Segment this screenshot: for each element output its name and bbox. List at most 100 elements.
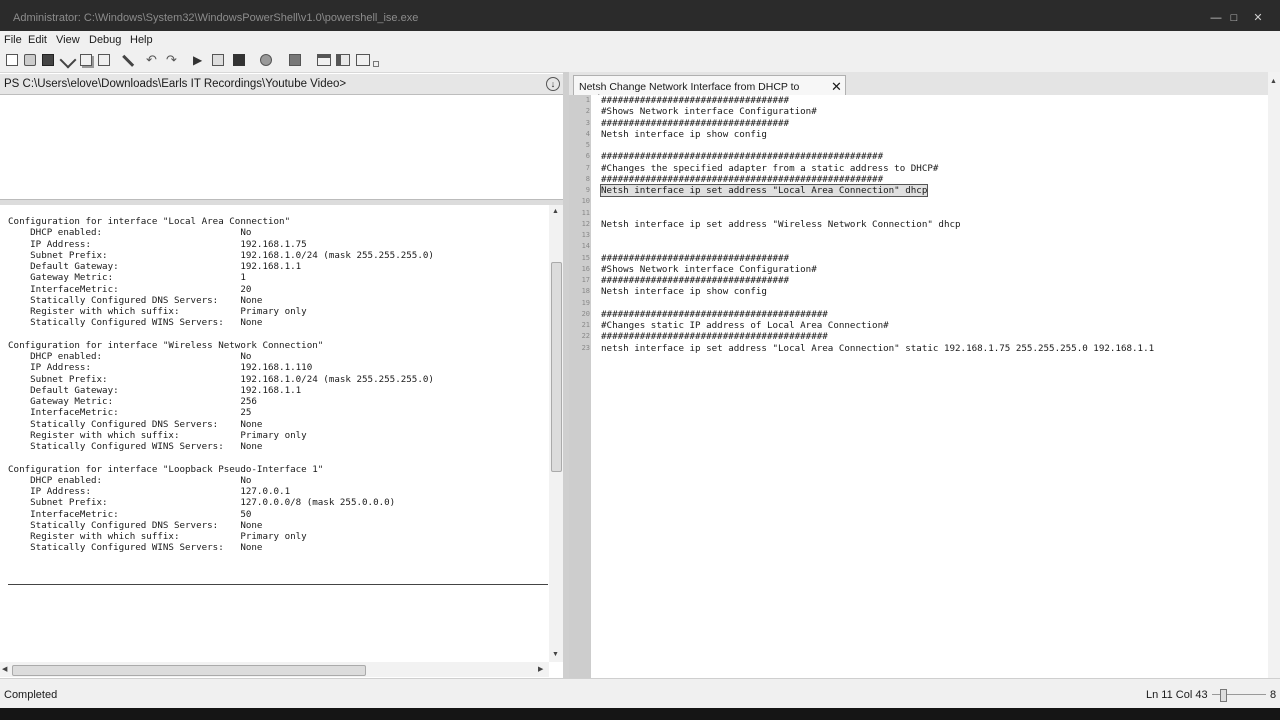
- output-line: Register with which suffix: Primary only: [8, 531, 307, 542]
- output-line: Gateway Metric: 256: [8, 396, 257, 407]
- toolbar-overflow-icon[interactable]: [373, 61, 379, 67]
- script-tab[interactable]: Netsh Change Network Interface from DHCP…: [573, 75, 846, 105]
- line-number: 7: [585, 163, 590, 172]
- line-number: 1: [585, 96, 590, 104]
- code-line[interactable]: ##################################: [601, 253, 789, 264]
- code-line[interactable]: #Changes the specified adapter from a st…: [601, 163, 938, 174]
- cut-icon[interactable]: [59, 51, 77, 69]
- line-number: 9: [585, 186, 590, 194]
- code-line[interactable]: ########################################…: [601, 331, 828, 342]
- start-powershell-icon[interactable]: [289, 54, 301, 66]
- show-script-pane-top-icon[interactable]: [317, 54, 331, 66]
- line-number: 16: [581, 264, 590, 273]
- output-line: Configuration for interface "Loopback Ps…: [8, 463, 324, 475]
- line-number: 17: [581, 276, 590, 284]
- line-number: 3: [585, 118, 590, 127]
- code-line[interactable]: #Changes static IP address of Local Area…: [601, 320, 889, 331]
- code-line[interactable]: ##################################: [601, 118, 789, 129]
- scroll-down-icon[interactable]: ▼: [552, 651, 559, 658]
- code-line[interactable]: #Shows Network interface Configuration#: [601, 264, 817, 275]
- editor-scroll-up-icon[interactable]: ▲: [1270, 78, 1277, 85]
- new-file-icon[interactable]: [6, 54, 18, 66]
- output-line: Default Gateway: 192.168.1.1: [8, 384, 302, 396]
- run-script-icon[interactable]: ▶: [193, 54, 205, 66]
- clear-icon[interactable]: [115, 54, 135, 74]
- bottom-border: [0, 708, 1280, 720]
- output-line: Register with which suffix: Primary only: [8, 306, 307, 317]
- output-scroll-thumb[interactable]: [551, 262, 562, 472]
- menu-debug[interactable]: Debug: [89, 34, 121, 46]
- redo-icon[interactable]: ↷: [166, 53, 178, 66]
- collapse-pane-icon[interactable]: ↓: [546, 77, 560, 91]
- close-window-button[interactable]: ✕: [1250, 13, 1266, 24]
- code-line[interactable]: Netsh interface ip set address "Wireless…: [601, 219, 961, 230]
- show-script-pane-max-icon[interactable]: [356, 54, 370, 66]
- output-line: Statically Configured DNS Servers: None: [8, 294, 263, 306]
- undo-icon[interactable]: ↶: [146, 53, 158, 66]
- output-vertical-scrollbar[interactable]: ▲ ▼: [549, 205, 563, 662]
- code-line[interactable]: #Shows Network interface Configuration#: [601, 106, 817, 117]
- line-number: 20: [581, 309, 590, 318]
- line-number: 11: [581, 208, 590, 217]
- line-number: 22: [581, 332, 590, 341]
- output-hscroll-thumb[interactable]: [12, 665, 366, 676]
- output-horizontal-scrollbar[interactable]: ◀ ▶: [0, 662, 549, 677]
- line-number: 13: [581, 231, 590, 239]
- stop-icon[interactable]: [233, 54, 245, 66]
- open-folder-icon[interactable]: [24, 54, 36, 66]
- code-line[interactable]: netsh interface ip set address "Local Ar…: [601, 343, 1154, 354]
- menu-view[interactable]: View: [56, 34, 80, 46]
- script-editor[interactable]: ################################## #Shows…: [591, 95, 1268, 678]
- line-number: 8: [585, 174, 590, 183]
- code-line[interactable]: ########################################…: [601, 309, 828, 320]
- output-line: InterfaceMetric: 50: [8, 508, 252, 520]
- output-line: Default Gateway: 192.168.1.1: [8, 261, 302, 272]
- line-number: 18: [581, 287, 590, 296]
- zoom-slider[interactable]: [1212, 687, 1266, 702]
- command-input[interactable]: [0, 95, 563, 199]
- new-remote-tab-icon[interactable]: [260, 54, 272, 66]
- close-tab-icon[interactable]: ✕: [831, 79, 842, 95]
- output-line: Statically Configured DNS Servers: None: [8, 519, 263, 531]
- output-line: Register with which suffix: Primary only: [8, 429, 307, 441]
- code-line[interactable]: ########################################…: [601, 174, 883, 185]
- output-line: IP Address: 192.168.1.110: [8, 362, 313, 374]
- line-number: 14: [581, 242, 590, 251]
- line-number: 5: [585, 141, 590, 149]
- run-selection-icon[interactable]: [212, 54, 224, 66]
- copy-icon[interactable]: [80, 54, 92, 66]
- output-divider: [8, 584, 548, 585]
- maximize-button[interactable]: □: [1226, 13, 1242, 24]
- output-line: Subnet Prefix: 192.168.1.0/24 (mask 255.…: [8, 373, 434, 385]
- line-number: 10: [581, 197, 590, 206]
- status-text: Completed: [4, 689, 58, 701]
- line-number: 23: [581, 343, 590, 352]
- output-line: Configuration for interface "Wireless Ne…: [8, 339, 324, 351]
- console-prompt-bar: PS C:\Users\elove\Downloads\Earls IT Rec…: [0, 74, 563, 95]
- menu-help[interactable]: Help: [130, 34, 153, 46]
- zoom-slider-knob[interactable]: [1220, 689, 1227, 702]
- line-number: 4: [585, 129, 590, 138]
- scroll-up-icon[interactable]: ▲: [552, 208, 559, 215]
- show-script-pane-right-icon[interactable]: [336, 54, 350, 66]
- paste-icon[interactable]: [98, 54, 110, 66]
- output-line: DHCP enabled: No: [8, 474, 252, 486]
- output-line: Statically Configured DNS Servers: None: [8, 418, 263, 430]
- minimize-button[interactable]: —: [1208, 13, 1224, 24]
- code-line[interactable]: Netsh interface ip set address "Local Ar…: [599, 184, 929, 197]
- scroll-right-icon[interactable]: ▶: [538, 665, 543, 673]
- code-line[interactable]: ##################################: [601, 275, 789, 286]
- scroll-left-icon[interactable]: ◀: [2, 665, 7, 673]
- save-icon[interactable]: [42, 54, 54, 66]
- code-line[interactable]: Netsh interface ip show config: [601, 129, 767, 140]
- code-line[interactable]: ########################################…: [601, 151, 883, 162]
- console-output: Configuration for interface "Local Area …: [0, 205, 549, 662]
- editor-vertical-scrollbar[interactable]: ▲: [1268, 72, 1280, 678]
- code-line[interactable]: Netsh interface ip show config: [601, 286, 767, 297]
- menu-file[interactable]: File: [4, 34, 22, 46]
- code-line[interactable]: ##################################: [601, 95, 789, 106]
- menu-edit[interactable]: Edit: [28, 34, 47, 46]
- toolbar: ↶ ↷ ▶: [0, 48, 1280, 74]
- line-number: 6: [585, 152, 590, 161]
- line-number: 2: [585, 107, 590, 116]
